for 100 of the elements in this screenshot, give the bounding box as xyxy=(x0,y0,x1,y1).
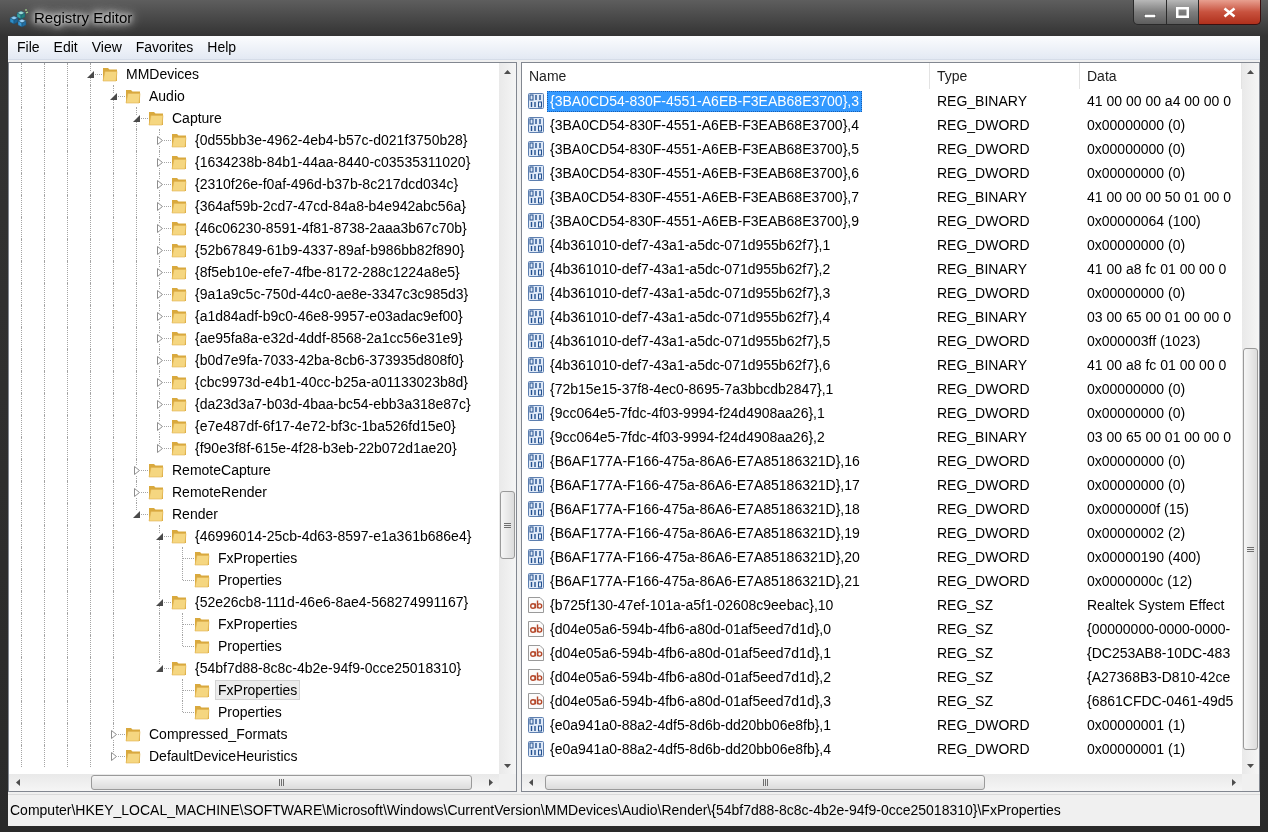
tree-item[interactable]: FxProperties xyxy=(215,680,301,700)
tree-item[interactable]: Properties xyxy=(215,636,285,656)
tree-item[interactable]: {a1d84adf-b9c0-46e8-9957-e03adac9ef00} xyxy=(192,306,466,326)
tree-item[interactable]: FxProperties xyxy=(215,614,301,634)
tree-item[interactable]: {46996014-25cb-4d63-8597-e1a361b686e4} xyxy=(192,526,475,546)
expand-arrow-icon[interactable] xyxy=(156,201,163,211)
value-name[interactable]: {B6AF177A-F166-475a-86A6-E7A85186321D},18 xyxy=(547,498,863,520)
value-name[interactable]: {4b361010-def7-43a1-a5dc-071d955b62f7},6 xyxy=(547,354,834,376)
tree-item[interactable]: {9a1a9c5c-750d-44c0-ae8e-3347c3c985d3} xyxy=(192,284,472,304)
scroll-right-arrow-icon[interactable] xyxy=(1231,779,1236,786)
value-name[interactable]: {B6AF177A-F166-475a-86A6-E7A85186321D},16 xyxy=(547,450,863,472)
value-name[interactable]: {d04e05a6-594b-4fb6-a80d-01af5eed7d1d},3 xyxy=(547,690,835,712)
tree-item[interactable]: Capture xyxy=(169,108,225,128)
tree-item[interactable]: RemoteRender xyxy=(169,482,270,502)
value-name[interactable]: {e0a941a0-88a2-4df5-8d6b-dd20bb06e8fb},4 xyxy=(547,738,835,760)
close-button[interactable] xyxy=(1199,0,1261,25)
value-name[interactable]: {3BA0CD54-830F-4551-A6EB-F3EAB68E3700},4 xyxy=(547,114,862,136)
value-name[interactable]: {B6AF177A-F166-475a-86A6-E7A85186321D},19 xyxy=(547,522,863,544)
collapse-arrow-icon[interactable] xyxy=(110,92,117,100)
tree-item[interactable]: {b0d7e9fa-7033-42ba-8cb6-373935d808f0} xyxy=(192,350,467,370)
tree-item[interactable]: MMDevices xyxy=(123,64,203,84)
value-name[interactable]: {3BA0CD54-830F-4551-A6EB-F3EAB68E3700},9 xyxy=(547,210,862,232)
menu-item[interactable]: Edit xyxy=(46,36,85,59)
collapse-arrow-icon[interactable] xyxy=(156,598,163,606)
value-name[interactable]: {B6AF177A-F166-475a-86A6-E7A85186321D},21 xyxy=(547,570,863,592)
tree-item[interactable]: {cbc9973d-e4b1-40cc-b25a-a01133023b8d} xyxy=(192,372,471,392)
value-name[interactable]: {B6AF177A-F166-475a-86A6-E7A85186321D},17 xyxy=(547,474,863,496)
tree-item[interactable]: Render xyxy=(169,504,221,524)
scrollbar-thumb[interactable] xyxy=(91,775,472,790)
value-name[interactable]: {d04e05a6-594b-4fb6-a80d-01af5eed7d1d},1 xyxy=(547,642,835,664)
menu-item[interactable]: View xyxy=(84,36,129,59)
value-name[interactable]: {72b15e15-37f8-4ec0-8695-7a3bbcdb2847},1 xyxy=(547,378,837,400)
value-name[interactable]: {3BA0CD54-830F-4551-A6EB-F3EAB68E3700},7 xyxy=(547,186,862,208)
collapse-arrow-icon[interactable] xyxy=(133,510,140,518)
scrollbar-thumb[interactable] xyxy=(1243,348,1258,750)
tree-item[interactable]: {364af59b-2cd7-47cd-84a8-b4e942abc56a} xyxy=(192,196,469,216)
value-name[interactable]: {9cc064e5-7fdc-4f03-9994-f24d4908aa26},2 xyxy=(547,426,828,448)
value-name[interactable]: {e0a941a0-88a2-4df5-8d6b-dd20bb06e8fb},1 xyxy=(547,714,835,736)
collapse-arrow-icon[interactable] xyxy=(156,664,163,672)
tree-item[interactable]: Compressed_Formats xyxy=(146,724,291,744)
expand-arrow-icon[interactable] xyxy=(156,157,163,167)
tree-item[interactable]: Properties xyxy=(215,702,285,722)
menu-item[interactable]: File xyxy=(10,36,47,59)
tree-item[interactable]: FxProperties xyxy=(215,548,301,568)
expand-arrow-icon[interactable] xyxy=(156,333,163,343)
value-name[interactable]: {4b361010-def7-43a1-a5dc-071d955b62f7},4 xyxy=(547,306,834,328)
expand-arrow-icon[interactable] xyxy=(156,223,163,233)
tree-item[interactable]: {0d55bb3e-4962-4eb4-b57c-d021f3750b28} xyxy=(192,130,471,150)
value-name[interactable]: {9cc064e5-7fdc-4f03-9994-f24d4908aa26},1 xyxy=(547,402,828,424)
value-name[interactable]: {3BA0CD54-830F-4551-A6EB-F3EAB68E3700},5 xyxy=(547,138,862,160)
expand-arrow-icon[interactable] xyxy=(156,443,163,453)
expand-arrow-icon[interactable] xyxy=(156,377,163,387)
scroll-left-arrow-icon[interactable] xyxy=(528,779,533,786)
collapse-arrow-icon[interactable] xyxy=(133,114,140,122)
value-name[interactable]: {4b361010-def7-43a1-a5dc-071d955b62f7},5 xyxy=(547,330,834,352)
expand-arrow-icon[interactable] xyxy=(156,355,163,365)
scroll-down-arrow-icon[interactable] xyxy=(504,763,511,768)
column-header[interactable]: Name xyxy=(522,63,930,89)
value-name[interactable]: {d04e05a6-594b-4fb6-a80d-01af5eed7d1d},0 xyxy=(547,618,835,640)
menu-item[interactable]: Help xyxy=(200,36,244,59)
tree-item[interactable]: RemoteCapture xyxy=(169,460,274,480)
expand-arrow-icon[interactable] xyxy=(156,179,163,189)
expand-arrow-icon[interactable] xyxy=(156,245,163,255)
tree-item[interactable]: {8f5eb10e-efe7-4fbe-8172-288c1224a8e5} xyxy=(192,262,463,282)
scroll-down-arrow-icon[interactable] xyxy=(1247,763,1254,768)
column-header[interactable]: Type xyxy=(930,63,1080,89)
value-name[interactable]: {4b361010-def7-43a1-a5dc-071d955b62f7},3 xyxy=(547,282,834,304)
collapse-arrow-icon[interactable] xyxy=(156,532,163,540)
tree-item[interactable]: DefaultDeviceHeuristics xyxy=(146,746,301,766)
scroll-right-arrow-icon[interactable] xyxy=(488,779,493,786)
expand-arrow-icon[interactable] xyxy=(133,465,140,475)
scroll-up-arrow-icon[interactable] xyxy=(1247,69,1254,74)
expand-arrow-icon[interactable] xyxy=(156,135,163,145)
value-name[interactable]: {d04e05a6-594b-4fb6-a80d-01af5eed7d1d},2 xyxy=(547,666,835,688)
value-name[interactable]: {3BA0CD54-830F-4551-A6EB-F3EAB68E3700},6 xyxy=(547,162,862,184)
value-name[interactable]: {4b361010-def7-43a1-a5dc-071d955b62f7},1 xyxy=(547,234,834,256)
scroll-up-arrow-icon[interactable] xyxy=(504,69,511,74)
tree-item[interactable]: {54bf7d88-8c8c-4b2e-94f9-0cce25018310} xyxy=(192,658,465,678)
scrollbar-thumb[interactable] xyxy=(500,491,515,559)
scrollbar-thumb[interactable] xyxy=(545,775,985,790)
tree-item[interactable]: Audio xyxy=(146,86,188,106)
value-name[interactable]: {4b361010-def7-43a1-a5dc-071d955b62f7},2 xyxy=(547,258,834,280)
tree-item[interactable]: {2310f26e-f0af-496d-b37b-8c217dcd034c} xyxy=(192,174,462,194)
tree-item[interactable]: Properties xyxy=(215,570,285,590)
tree-item[interactable]: {52e26cb8-111d-46e6-8ae4-568274991167} xyxy=(192,592,472,612)
tree-item[interactable]: {1634238b-84b1-44aa-8440-c03535311020} xyxy=(192,152,474,172)
expand-arrow-icon[interactable] xyxy=(156,399,163,409)
expand-arrow-icon[interactable] xyxy=(156,421,163,431)
expand-arrow-icon[interactable] xyxy=(156,267,163,277)
tree-item[interactable]: {ae95fa8a-e32d-4ddf-8568-2a1cc56e31e9} xyxy=(192,328,466,348)
tree-item[interactable]: {e7e487df-6f17-4e72-bf3c-1ba526fd15e0} xyxy=(192,416,459,436)
maximize-button[interactable] xyxy=(1167,0,1199,25)
collapse-arrow-icon[interactable] xyxy=(87,70,94,78)
value-name[interactable]: {b725f130-47ef-101a-a5f1-02608c9eebac},10 xyxy=(547,594,837,616)
tree-item[interactable]: {46c06230-8591-4f81-8738-2aaa3b67c70b} xyxy=(192,218,470,238)
scroll-left-arrow-icon[interactable] xyxy=(15,779,20,786)
value-name[interactable]: {B6AF177A-F166-475a-86A6-E7A85186321D},20 xyxy=(547,546,863,568)
expand-arrow-icon[interactable] xyxy=(110,729,117,739)
menu-item[interactable]: Favorites xyxy=(128,36,201,59)
tree-item[interactable]: {da23d3a7-b03d-4baa-bc54-ebb3a318e87c} xyxy=(192,394,474,414)
